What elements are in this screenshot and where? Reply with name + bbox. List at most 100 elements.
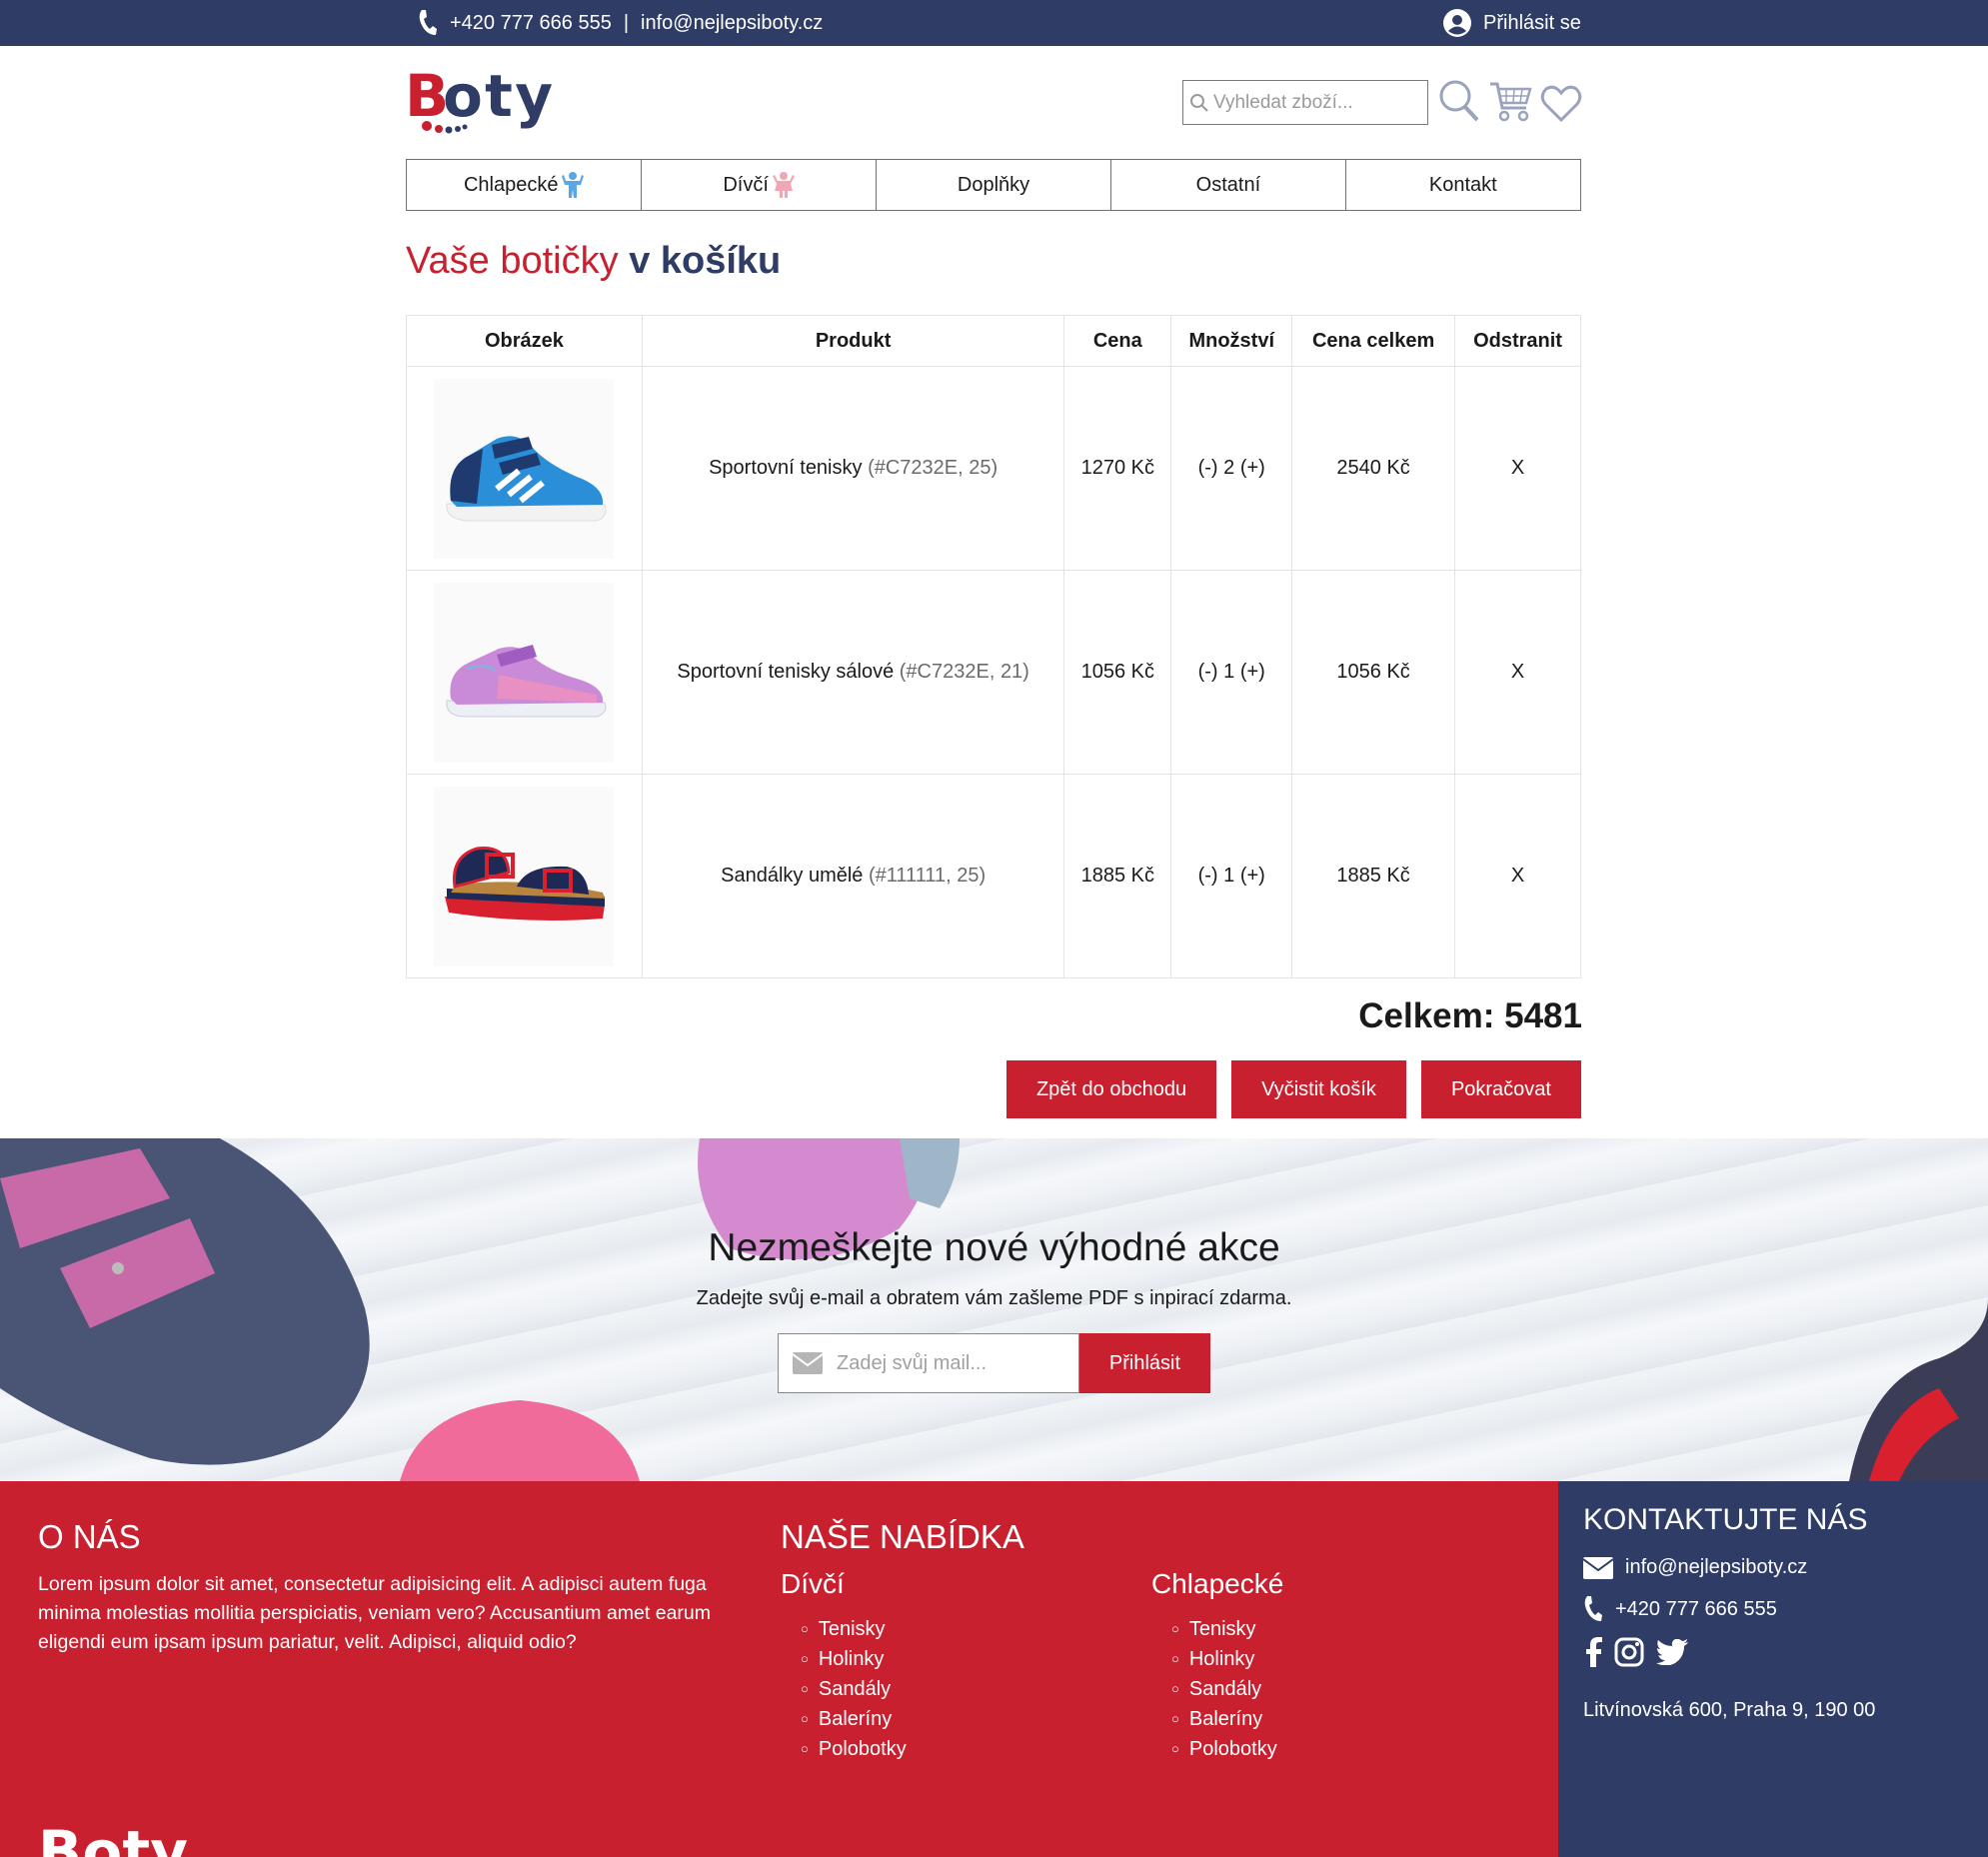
product-name[interactable]: Sandálky umělé xyxy=(721,865,863,887)
list-item[interactable]: Tenisky xyxy=(1171,1614,1277,1644)
nav-item-divci[interactable]: Dívčí xyxy=(640,159,878,211)
cell-total: 2540 Kč xyxy=(1291,366,1456,571)
col-header-image: Obrázek xyxy=(406,315,643,367)
product-name[interactable]: Sportovní tenisky sálové xyxy=(677,661,894,683)
contact-phone[interactable]: +420 777 666 555 xyxy=(1583,1595,1777,1623)
top-phone[interactable]: +420 777 666 555 xyxy=(450,12,612,35)
back-to-shop-button[interactable]: Zpět do obchodu xyxy=(1005,1060,1217,1118)
contact-email-text: info@nejlepsiboty.cz xyxy=(1625,1556,1808,1578)
cell-quantity[interactable]: (-) 2 (+) xyxy=(1170,366,1293,571)
footer-contact: KONTAKTUJTE NÁS info@nejlepsiboty.cz +42… xyxy=(1558,1481,1988,1857)
clear-cart-button[interactable]: Vyčistit košík xyxy=(1231,1060,1406,1118)
list-item[interactable]: Holinky xyxy=(1171,1644,1277,1674)
nav-label: Kontakt xyxy=(1428,173,1497,196)
list-item[interactable]: Tenisky xyxy=(801,1614,907,1644)
facebook-icon[interactable] xyxy=(1586,1637,1602,1667)
cell-product: Sportovní tenisky sálové (#C7232E, 21) xyxy=(641,570,1065,775)
cell-price: 1056 Kč xyxy=(1063,570,1172,775)
nav-label: Dívčí xyxy=(723,173,769,196)
search-icon xyxy=(1190,93,1208,112)
product-name[interactable]: Sportovní tenisky xyxy=(709,457,862,479)
col-header-remove: Odstranit xyxy=(1454,315,1581,367)
search-input[interactable] xyxy=(1213,91,1413,114)
nav-label: Chlapecké xyxy=(463,173,559,196)
contact-address: Litvínovská 600, Praha 9, 190 00 xyxy=(1583,1699,1876,1721)
svg-text:oty: oty xyxy=(443,68,553,130)
site-logo[interactable]: B oty xyxy=(405,62,555,134)
cart-icon[interactable] xyxy=(1488,78,1532,124)
product-image-navy-sandal[interactable] xyxy=(434,786,615,966)
nav-item-ostatni[interactable]: Ostatní xyxy=(1109,159,1347,211)
top-contact: +420 777 666 555 | info@nejlepsiboty.cz xyxy=(418,0,823,46)
product-code: (#111111, 25) xyxy=(869,865,987,887)
login-link[interactable]: Přihlásit se xyxy=(1443,0,1581,46)
cell-total: 1885 Kč xyxy=(1291,774,1456,978)
nav-label: Doplňky xyxy=(957,173,1030,196)
cell-price: 1885 Kč xyxy=(1063,774,1172,978)
table-row: Sandálky umělé (#111111, 25) 1885 Kč (-)… xyxy=(406,774,1581,978)
search-icon[interactable] xyxy=(1437,78,1481,124)
twitter-icon[interactable] xyxy=(1656,1639,1688,1665)
nav-label: Ostatní xyxy=(1195,173,1261,196)
newsletter-subtitle: Zadejte svůj e-mail a obratem vám zašlem… xyxy=(696,1287,1292,1309)
heart-icon[interactable] xyxy=(1540,84,1582,124)
cart-total: Celkem: 5481 xyxy=(1358,996,1582,1035)
newsletter-title: Nezmeškejte nové výhodné akce xyxy=(708,1226,1280,1269)
product-code: (#C7232E, 21) xyxy=(899,661,1029,683)
cell-quantity[interactable]: (-) 1 (+) xyxy=(1170,570,1293,775)
footer-main: O NÁS Lorem ipsum dolor sit amet, consec… xyxy=(0,1481,1558,1857)
footer-logo[interactable]: Boty xyxy=(38,1816,198,1857)
newsletter-input-wrap[interactable] xyxy=(778,1333,1079,1393)
page-title: Vaše botičky v košíku xyxy=(406,240,781,283)
about-heading: O NÁS xyxy=(38,1518,141,1555)
table-row: Sportovní tenisky (#C7232E, 25) 1270 Kč … xyxy=(406,366,1581,571)
col-header-product: Produkt xyxy=(641,315,1065,367)
list-item[interactable]: Sandály xyxy=(1171,1674,1277,1704)
nav-item-doplnky[interactable]: Doplňky xyxy=(875,159,1112,211)
offer-girls-list: Tenisky Holinky Sandály Baleríny Polobot… xyxy=(801,1614,907,1764)
table-header-row: Obrázek Produkt Cena Množství Cena celke… xyxy=(406,315,1581,367)
nav-item-kontakt[interactable]: Kontakt xyxy=(1344,159,1582,211)
list-item[interactable]: Baleríny xyxy=(1171,1704,1277,1734)
remove-button[interactable]: X xyxy=(1454,774,1581,978)
newsletter-email-input[interactable] xyxy=(837,1351,1066,1375)
top-bar: +420 777 666 555 | info@nejlepsiboty.cz … xyxy=(0,0,1988,46)
main-nav: Chlapecké Dívčí Doplňky Ostatní Kontakt xyxy=(406,159,1582,211)
list-item[interactable]: Polobotky xyxy=(1171,1734,1277,1764)
list-item[interactable]: Baleríny xyxy=(801,1704,907,1734)
list-item[interactable]: Sandály xyxy=(801,1674,907,1704)
search-box[interactable] xyxy=(1182,80,1428,125)
remove-button[interactable]: X xyxy=(1454,570,1581,775)
cell-image xyxy=(406,774,643,978)
svg-text:Boty: Boty xyxy=(38,1818,188,1857)
contact-email[interactable]: info@nejlepsiboty.cz xyxy=(1583,1556,1807,1579)
cell-image xyxy=(406,366,643,571)
offer-boys-title[interactable]: Chlapecké xyxy=(1151,1568,1283,1600)
list-item[interactable]: Polobotky xyxy=(801,1734,907,1764)
cell-product: Sandálky umělé (#111111, 25) xyxy=(641,774,1065,978)
table-row: Sportovní tenisky sálové (#C7232E, 21) 1… xyxy=(406,570,1581,775)
continue-button[interactable]: Pokračovat xyxy=(1420,1060,1581,1118)
user-icon xyxy=(1443,9,1471,37)
contact-phone-text: +420 777 666 555 xyxy=(1615,1597,1777,1620)
cell-quantity[interactable]: (-) 1 (+) xyxy=(1170,774,1293,978)
newsletter-subscribe-button[interactable]: Přihlásit xyxy=(1079,1333,1210,1393)
product-code: (#C7232E, 25) xyxy=(868,457,998,479)
offer-girls-title[interactable]: Dívčí xyxy=(781,1568,845,1600)
instagram-icon[interactable] xyxy=(1614,1637,1644,1667)
boy-icon xyxy=(562,172,585,198)
remove-button[interactable]: X xyxy=(1454,366,1581,571)
title-part2: v košíku xyxy=(629,240,782,282)
mail-icon xyxy=(1583,1556,1613,1579)
nav-item-chlapecke[interactable]: Chlapecké xyxy=(406,159,643,211)
product-image-pink-sneaker[interactable] xyxy=(434,582,615,763)
cell-total: 1056 Kč xyxy=(1291,570,1456,775)
girl-icon xyxy=(772,172,795,198)
cell-price: 1270 Kč xyxy=(1063,366,1172,571)
contact-heading: KONTAKTUJTE NÁS xyxy=(1583,1503,1868,1536)
about-text: Lorem ipsum dolor sit amet, consectetur … xyxy=(38,1573,711,1653)
list-item[interactable]: Holinky xyxy=(801,1644,907,1674)
col-header-quantity: Množství xyxy=(1170,315,1293,367)
top-email[interactable]: info@nejlepsiboty.cz xyxy=(641,12,823,35)
product-image-blue-sneaker[interactable] xyxy=(434,378,615,559)
